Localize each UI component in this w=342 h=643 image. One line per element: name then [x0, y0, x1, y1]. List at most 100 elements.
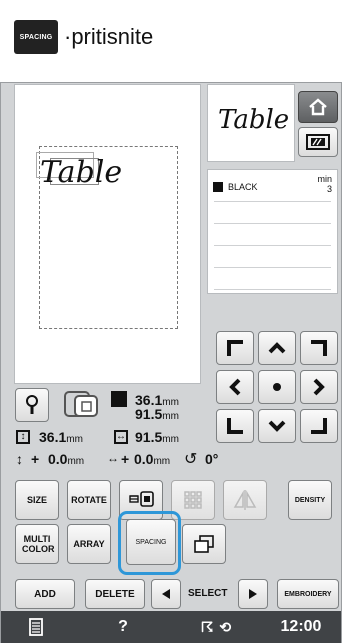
thread-color-list[interactable]: BLACK min 3 — [207, 169, 338, 294]
add-label: ADD — [34, 588, 56, 600]
magnify-button[interactable] — [15, 388, 49, 422]
size-width-readout: 91.5mm — [135, 429, 179, 445]
size-button[interactable]: SIZE — [15, 480, 59, 520]
rotate-button[interactable]: ROTATE — [67, 480, 111, 520]
thread-time: min 3 — [317, 174, 332, 194]
arrow-down-left-icon — [227, 418, 243, 434]
horizontal-offset-readout: 0.0mm — [134, 451, 170, 467]
move-up-left-button[interactable] — [216, 331, 254, 365]
arrow-down-right-icon — [311, 418, 327, 434]
density-button[interactable]: DENSITY — [288, 480, 332, 520]
rotation-icon: ↺ — [184, 451, 198, 468]
vertical-offset-unit: mm — [67, 456, 85, 467]
triangle-right-icon — [249, 589, 257, 599]
move-down-left-button[interactable] — [216, 409, 254, 443]
delete-label: DELETE — [95, 588, 135, 600]
duplicate-button[interactable] — [182, 524, 226, 564]
select-next-button[interactable] — [238, 579, 268, 609]
status-bar: ? ☈ ⟲ 12:00 — [1, 611, 341, 643]
view-button[interactable] — [298, 127, 338, 157]
move-up-button[interactable] — [258, 331, 296, 365]
size-width-number: 91.5 — [135, 429, 163, 445]
thread-time-label: min — [317, 174, 332, 184]
divider — [214, 267, 331, 268]
size-width-unit: mm — [162, 434, 179, 445]
move-left-button[interactable] — [216, 370, 254, 404]
thread-name: BLACK — [228, 182, 258, 192]
center-button[interactable] — [258, 370, 296, 404]
spacing-label: SPACING — [135, 538, 167, 546]
vertical-offset-icon: ↕ — [16, 451, 23, 467]
vertical-offset-readout: 0.0mm — [48, 451, 84, 467]
array-label: ARRAY — [73, 539, 105, 549]
divider — [214, 245, 331, 246]
horizontal-offset-unit: mm — [153, 456, 171, 467]
horizontal-offset-number: 0.0 — [134, 451, 154, 467]
select-previous-button[interactable] — [151, 579, 181, 609]
help-button[interactable]: ? — [108, 611, 138, 643]
embroidery-button[interactable]: EMBROIDERY — [277, 579, 339, 609]
hoop-size-icon — [63, 390, 103, 420]
wireless-icon: ☈ — [200, 618, 214, 635]
add-button[interactable]: ADD — [15, 579, 75, 609]
embroidery-canvas[interactable]: Table — [14, 84, 201, 384]
embroidery-label: EMBROIDERY — [284, 590, 332, 598]
divider — [214, 201, 331, 202]
instruction: SPACING ·pritisnite — [14, 18, 153, 56]
arrow-left-icon — [229, 378, 241, 396]
size-height-unit: mm — [66, 434, 83, 445]
delete-button[interactable]: DELETE — [85, 579, 145, 609]
divider — [214, 223, 331, 224]
spacing-button[interactable]: SPACING — [126, 519, 176, 565]
clock: 12:00 — [271, 611, 331, 643]
pattern-preview: Table — [207, 84, 295, 162]
mirror-button[interactable] — [223, 480, 267, 520]
center-dot-icon — [273, 383, 281, 391]
multi-color-button[interactable]: MULTI COLOR — [15, 524, 59, 564]
size-height-number: 36.1 — [39, 429, 67, 445]
preview-text: Table — [218, 105, 290, 135]
vertical-offset-sign: + — [31, 451, 40, 467]
home-icon — [309, 98, 327, 116]
layout-icon — [129, 491, 154, 507]
connection-status: ☈ ⟲ — [191, 611, 241, 643]
horizontal-offset-sign: + — [121, 451, 130, 467]
help-label: ? — [118, 618, 128, 635]
vertical-offset-number: 0.0 — [48, 451, 68, 467]
thread-time-value: 3 — [326, 184, 332, 194]
arrow-right-icon — [313, 378, 325, 396]
multi-color-label: MULTI COLOR — [22, 534, 55, 554]
manual-button[interactable] — [21, 611, 51, 643]
move-right-button[interactable] — [300, 370, 338, 404]
array-button[interactable]: ARRAY — [67, 524, 111, 564]
width-number: 91.5 — [135, 406, 163, 422]
machine-screen: Table Table BLACK min 3 36.1mm 91.5mm ↕ … — [0, 82, 342, 643]
select-label: SELECT — [188, 588, 228, 599]
view-icon — [306, 134, 330, 150]
home-button[interactable] — [298, 91, 338, 123]
arrow-up-right-icon — [311, 340, 327, 356]
width-value: 91.5mm — [135, 406, 179, 422]
arrow-up-left-icon — [227, 340, 243, 356]
time-label: 12:00 — [280, 618, 322, 635]
document-icon — [29, 618, 43, 636]
horizontal-offset-icon: ↔ — [107, 451, 119, 465]
arrow-up-icon — [268, 342, 286, 354]
size-label: SIZE — [26, 495, 47, 505]
move-down-button[interactable] — [258, 409, 296, 443]
move-down-right-button[interactable] — [300, 409, 338, 443]
instruction-text: ·pritisnite — [64, 24, 154, 49]
mirror-icon — [233, 490, 257, 510]
sync-icon: ⟲ — [219, 618, 232, 635]
move-up-right-button[interactable] — [300, 331, 338, 365]
spacing-key-icon: SPACING — [14, 20, 58, 54]
size-height-readout: 36.1mm — [39, 429, 83, 445]
triangle-left-icon — [162, 589, 170, 599]
divider — [214, 289, 331, 290]
rotate-label: ROTATE — [71, 495, 107, 505]
angle-readout: 0° — [205, 451, 219, 467]
width-unit: mm — [162, 411, 179, 422]
thread-color-row[interactable]: BLACK min 3 — [208, 174, 337, 196]
horizontal-size-icon: ↔ — [114, 430, 128, 444]
magnifier-icon — [26, 395, 38, 414]
